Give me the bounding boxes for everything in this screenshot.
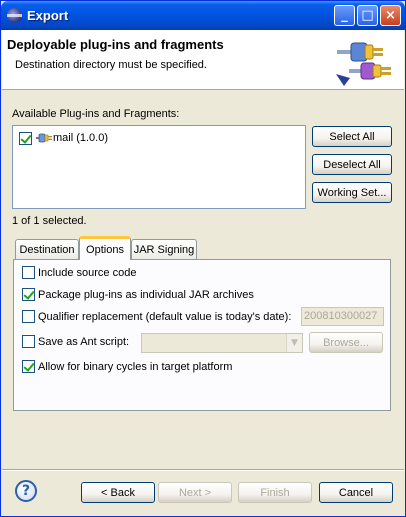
include-source-option[interactable]: Include source code xyxy=(22,266,136,279)
package-jar-label: Package plug-ins as individual JAR archi… xyxy=(38,288,254,301)
tab-destination[interactable]: Destination xyxy=(15,239,79,259)
package-jar-option[interactable]: Package plug-ins as individual JAR archi… xyxy=(22,288,254,301)
tab-options[interactable]: Options xyxy=(79,236,131,260)
select-all-button[interactable]: Select All xyxy=(312,126,392,147)
plugin-list[interactable]: mail (1.0.0) xyxy=(12,125,306,209)
binary-cycles-label: Allow for binary cycles in target platfo… xyxy=(38,360,233,373)
chevron-down-icon[interactable]: ▼ xyxy=(286,334,302,352)
footer-separator xyxy=(2,469,404,471)
plugin-export-wizard-icon xyxy=(336,42,391,86)
close-button[interactable]: × xyxy=(380,5,401,26)
plugins-label: Available Plug-ins and Fragments: xyxy=(12,108,180,120)
window-title: Export xyxy=(27,8,69,23)
eclipse-icon xyxy=(7,8,22,23)
qualifier-option[interactable]: Qualifier replacement (default value is … xyxy=(22,310,291,323)
package-jar-checkbox[interactable] xyxy=(22,288,35,301)
working-set-button[interactable]: Working Set... xyxy=(312,182,392,203)
back-button[interactable]: < Back xyxy=(81,482,155,503)
ant-script-checkbox[interactable] xyxy=(22,335,35,348)
options-panel: Include source code Package plug-ins as … xyxy=(13,259,391,411)
ant-script-option[interactable]: Save as Ant script: xyxy=(22,335,129,348)
header-message: Destination directory must be specified. xyxy=(15,59,207,71)
cancel-button[interactable]: Cancel xyxy=(319,482,393,503)
selection-count: 1 of 1 selected. xyxy=(12,215,87,227)
deselect-all-button[interactable]: Deselect All xyxy=(312,154,392,175)
ant-script-label: Save as Ant script: xyxy=(38,335,130,348)
page-title: Deployable plug-ins and fragments xyxy=(7,37,224,52)
qualifier-input[interactable]: 200810300027 xyxy=(301,307,384,326)
minimize-button[interactable]: _ xyxy=(334,5,355,26)
title-bar[interactable]: Export _ □ × xyxy=(1,1,405,30)
plugin-checkbox[interactable] xyxy=(19,131,32,145)
ant-script-combo[interactable]: ▼ xyxy=(141,333,303,353)
help-icon[interactable]: ? xyxy=(15,480,37,502)
binary-cycles-option[interactable]: Allow for binary cycles in target platfo… xyxy=(22,360,232,373)
next-button[interactable]: Next > xyxy=(158,482,232,503)
qualifier-checkbox[interactable] xyxy=(22,310,35,323)
plugin-icon xyxy=(36,133,52,143)
list-item[interactable]: mail (1.0.0) xyxy=(19,130,108,146)
qualifier-label: Qualifier replacement (default value is … xyxy=(38,310,292,323)
export-dialog: Export _ □ × Deployable plug-ins and fra… xyxy=(0,0,406,517)
include-source-checkbox[interactable] xyxy=(22,266,35,279)
finish-button[interactable]: Finish xyxy=(238,482,312,503)
maximize-button[interactable]: □ xyxy=(357,5,378,26)
browse-button[interactable]: Browse... xyxy=(309,332,383,353)
binary-cycles-checkbox[interactable] xyxy=(22,360,35,373)
plugin-name: mail (1.0.0) xyxy=(53,132,109,144)
tab-jar-signing[interactable]: JAR Signing xyxy=(131,239,197,259)
include-source-label: Include source code xyxy=(38,266,137,279)
wizard-header: Deployable plug-ins and fragments Destin… xyxy=(2,30,404,90)
